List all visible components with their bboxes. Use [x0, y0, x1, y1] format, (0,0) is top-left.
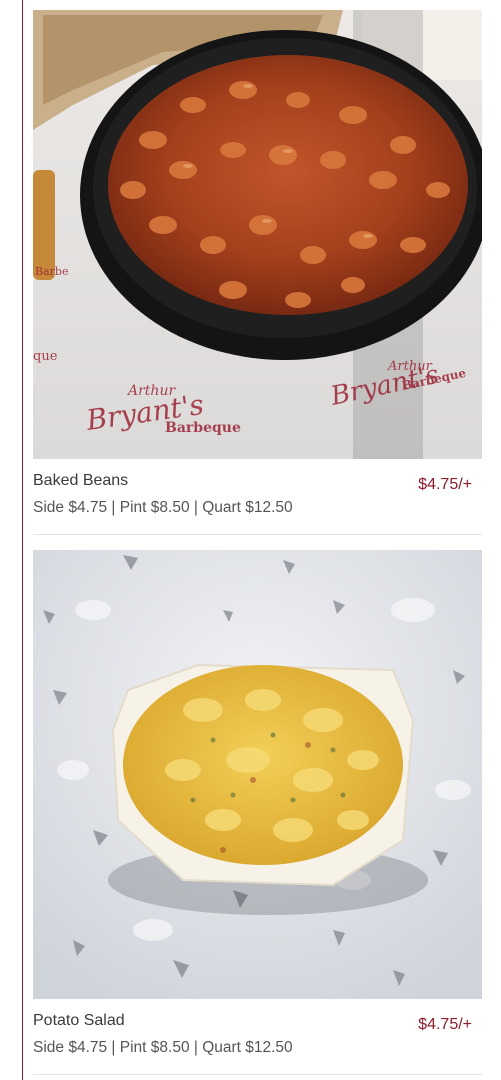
baked-beans-photo[interactable]: Arthur Bryant's Barbeque Arthur Bryant's… — [33, 10, 482, 459]
item-sizes: Side $4.75 | Pint $8.50 | Quart $12.50 — [33, 499, 293, 516]
item-price: $4.75/+ — [418, 1016, 472, 1033]
item-info: Potato Salad $4.75/+ Side $4.75 | Pint $… — [33, 999, 482, 1075]
menu-page: Arthur Bryant's Barbeque Arthur Bryant's… — [0, 0, 501, 1080]
item-name[interactable]: Baked Beans — [33, 472, 128, 490]
menu-item-baked-beans[interactable]: Arthur Bryant's Barbeque Arthur Bryant's… — [33, 10, 482, 535]
potato-salad-photo[interactable] — [33, 550, 482, 999]
svg-text:Barbeque: Barbeque — [165, 420, 241, 436]
svg-text:que: que — [33, 349, 58, 364]
left-border — [22, 0, 23, 1080]
item-info: Baked Beans $4.75/+ Side $4.75 | Pint $8… — [33, 459, 482, 535]
item-price: $4.75/+ — [418, 476, 472, 493]
menu-item-potato-salad[interactable]: Potato Salad $4.75/+ Side $4.75 | Pint $… — [33, 550, 482, 1075]
item-sizes: Side $4.75 | Pint $8.50 | Quart $12.50 — [33, 1039, 293, 1056]
item-name[interactable]: Potato Salad — [33, 1012, 125, 1030]
svg-text:Barbe: Barbe — [35, 265, 68, 278]
